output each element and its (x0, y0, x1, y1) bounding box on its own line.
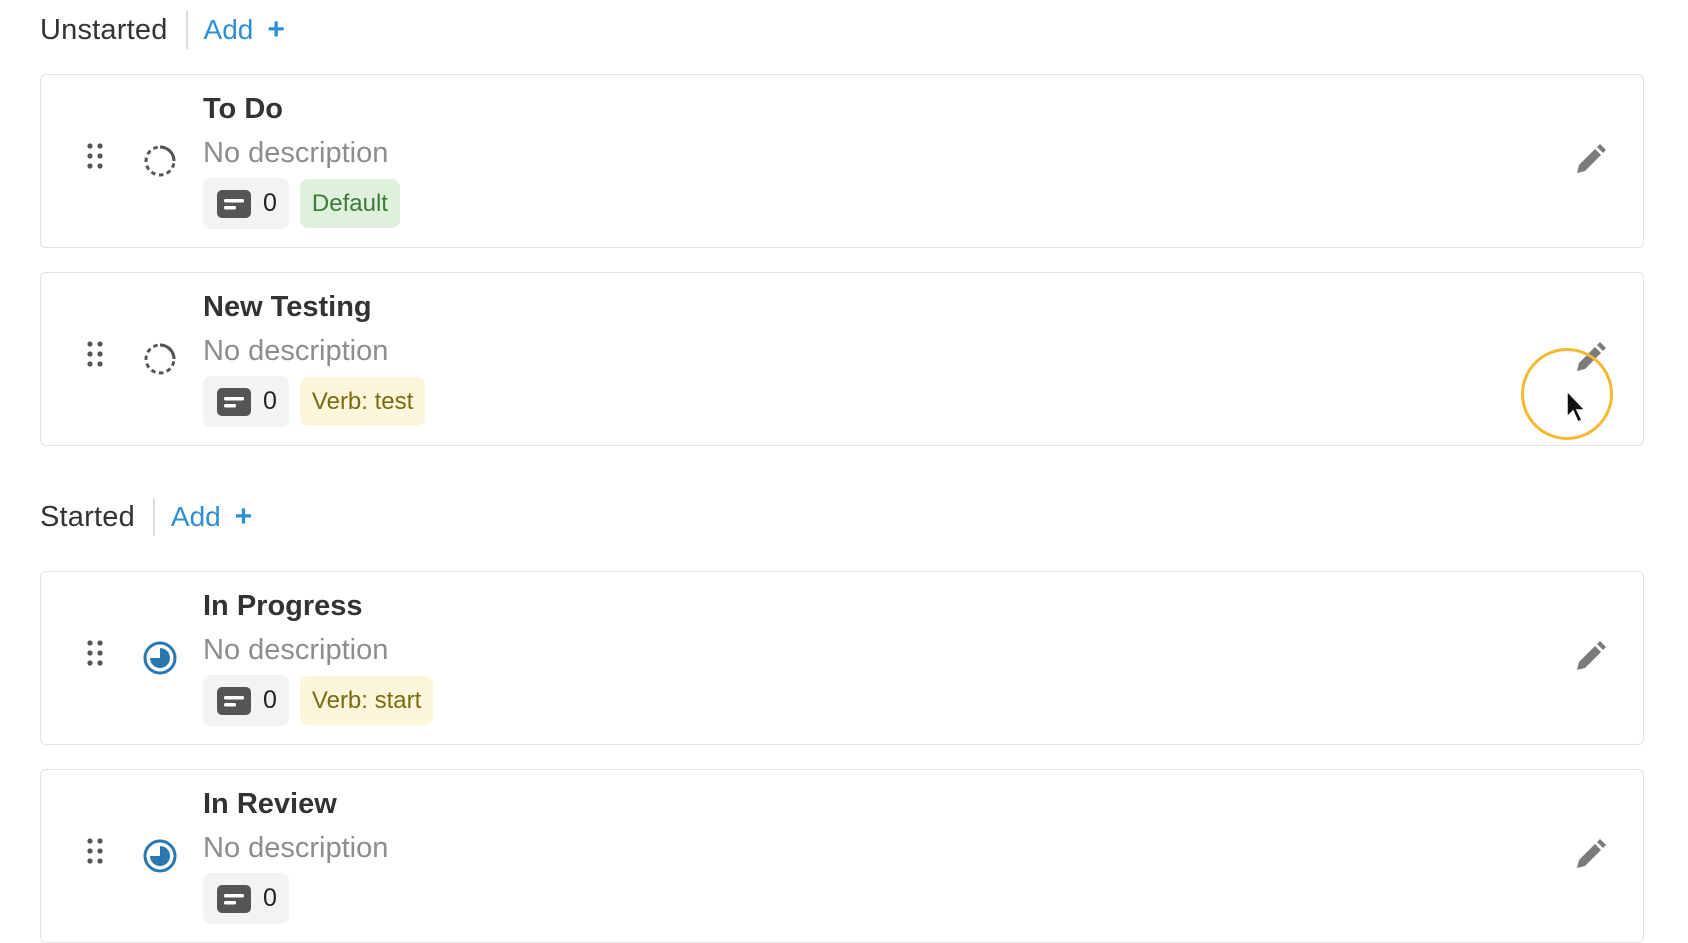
status-meta: 0 (203, 873, 289, 924)
drag-handle-icon[interactable] (87, 341, 103, 367)
issues-icon (217, 387, 251, 416)
status-card-in-review: In Review No description 0 (40, 769, 1644, 943)
add-label: Add (170, 501, 221, 532)
default-badge: Default (299, 179, 400, 228)
verb-badge: Verb: start (299, 676, 434, 725)
issue-count-chip: 0 (203, 376, 289, 427)
issues-icon (217, 189, 251, 218)
add-status-button[interactable]: Add + (171, 501, 252, 533)
status-description: No description (203, 137, 389, 169)
status-name: New Testing (203, 291, 372, 323)
progress-circle-icon (143, 839, 177, 873)
edit-pencil-icon[interactable] (1573, 640, 1607, 674)
issue-count-chip: 0 (203, 178, 289, 229)
progress-circle-icon (143, 641, 177, 675)
add-label: Add (203, 14, 254, 45)
section-header: Started Add + (40, 498, 252, 536)
issue-count-chip: 0 (203, 873, 289, 924)
plus-icon: + (234, 500, 253, 533)
issues-icon (217, 884, 251, 913)
dashed-circle-icon (144, 343, 176, 375)
status-name: To Do (203, 93, 283, 125)
status-name: In Review (203, 788, 337, 820)
issue-count-chip: 0 (203, 675, 289, 726)
status-name: In Progress (203, 590, 363, 622)
status-card-new-testing: New Testing No description 0 Verb: test (40, 272, 1644, 446)
section-header: Unstarted Add + (40, 11, 285, 49)
drag-handle-icon[interactable] (87, 640, 103, 666)
status-meta: 0 Default (203, 178, 400, 229)
divider (152, 498, 155, 536)
section-title: Unstarted (40, 13, 168, 46)
issues-icon (217, 686, 251, 715)
issue-count: 0 (263, 686, 277, 714)
plus-icon: + (267, 13, 285, 46)
section-title: Started (40, 500, 135, 533)
drag-handle-icon[interactable] (87, 838, 103, 864)
verb-badge: Verb: test (299, 377, 426, 426)
status-meta: 0 Verb: start (203, 675, 434, 726)
drag-handle-icon[interactable] (87, 143, 103, 169)
divider (185, 11, 188, 49)
status-description: No description (203, 634, 389, 666)
edit-pencil-icon[interactable] (1573, 838, 1607, 872)
dashed-circle-icon (144, 145, 176, 177)
status-card-to-do: To Do No description 0 Default (40, 74, 1644, 248)
edit-pencil-icon[interactable] (1573, 341, 1607, 375)
issue-count: 0 (263, 189, 277, 217)
issue-count: 0 (263, 884, 277, 912)
status-description: No description (203, 335, 389, 367)
status-meta: 0 Verb: test (203, 376, 426, 427)
edit-pencil-icon[interactable] (1573, 143, 1607, 177)
status-description: No description (203, 832, 389, 864)
issue-count: 0 (263, 387, 277, 415)
status-card-in-progress: In Progress No description 0 Verb: start (40, 571, 1644, 745)
add-status-button[interactable]: Add + (204, 14, 285, 46)
